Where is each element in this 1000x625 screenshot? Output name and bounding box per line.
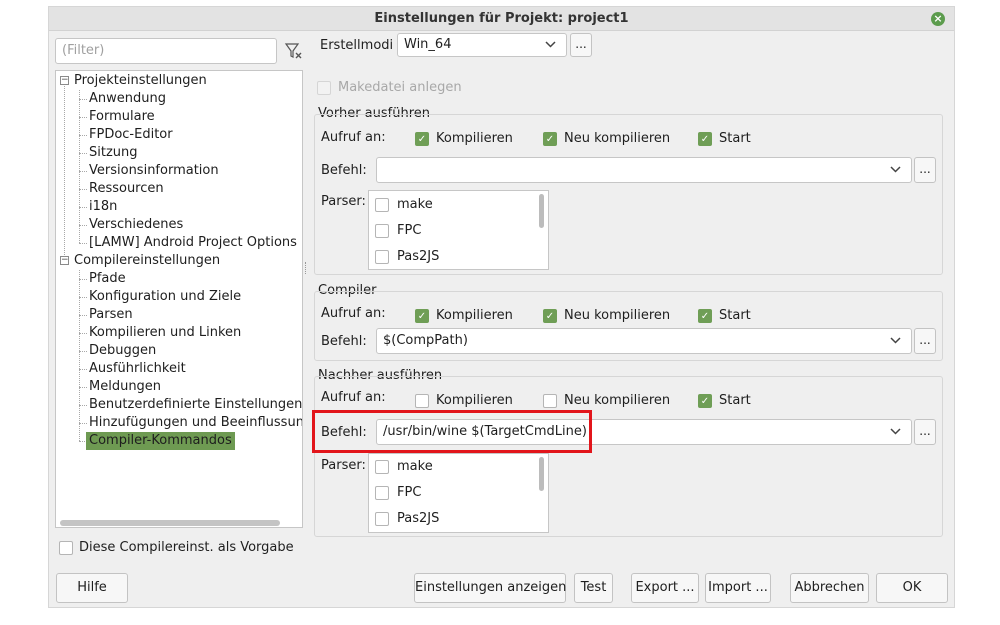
compiler-command-more-button[interactable]: ... [914, 328, 936, 354]
before-compile-checkbox[interactable]: ✓ [415, 132, 429, 146]
after-compile-label: Kompilieren [436, 393, 513, 408]
before-command-label: Befehl: [321, 163, 367, 178]
tree-item[interactable]: Formulare [89, 108, 155, 126]
parser-pas2js-label: Pas2JS [397, 249, 440, 264]
after-rebuild-label: Neu kompilieren [564, 393, 671, 408]
tree-item[interactable]: Anwendung [89, 90, 166, 108]
tree-item[interactable]: Parsen [89, 306, 133, 324]
makefile-label: Makedatei anlegen [338, 80, 462, 95]
tree-item[interactable]: Meldungen [89, 378, 161, 396]
after-run-checkbox[interactable]: ✓ [698, 394, 712, 408]
help-button[interactable]: Hilfe [56, 573, 128, 603]
compiler-rebuild-label: Neu kompilieren [564, 308, 671, 323]
after-parser-label: Parser: [321, 458, 366, 473]
ok-button[interactable]: OK [876, 573, 948, 603]
tree-group-projekteinstellungen[interactable]: Projekteinstellungen [74, 72, 207, 90]
compiler-rebuild-checkbox[interactable]: ✓ [543, 309, 557, 323]
build-modes-more-button[interactable]: ... [570, 33, 592, 57]
makefile-checkbox[interactable] [317, 81, 331, 95]
tree-item[interactable]: Verschiedenes [89, 216, 183, 234]
before-parser-label: Parser: [321, 194, 366, 209]
after-compile-checkbox[interactable] [415, 394, 429, 408]
parser-make-checkbox[interactable] [375, 198, 389, 212]
tree-item[interactable]: FPDoc-Editor [89, 126, 173, 144]
compiler-command-combobox[interactable]: $(CompPath) [376, 328, 912, 354]
parser-pas2js-checkbox[interactable] [375, 250, 389, 264]
vertical-scrollbar[interactable] [539, 457, 544, 491]
before-run-checkbox[interactable]: ✓ [698, 132, 712, 146]
parser-make-checkbox[interactable] [375, 460, 389, 474]
after-call-on-label: Aufruf an: [321, 390, 386, 405]
tree-item[interactable]: Kompilieren und Linken [89, 324, 241, 342]
export-button[interactable]: Export ... [631, 573, 699, 603]
compiler-call-on-label: Aufruf an: [321, 306, 386, 321]
tree-item[interactable]: Pfade [89, 270, 126, 288]
tree-item[interactable]: Versionsinformation [89, 162, 219, 180]
before-rebuild-label: Neu kompilieren [564, 131, 671, 146]
parser-fpc-checkbox[interactable] [375, 224, 389, 238]
options-tree[interactable]: − Projekteinstellungen Anwendung Formula… [55, 70, 303, 528]
parser-fpc-label: FPC [397, 223, 422, 238]
default-options-label: Diese Compilereinst. als Vorgabe [79, 540, 294, 555]
before-call-on-label: Aufruf an: [321, 130, 386, 145]
cancel-button[interactable]: Abbrechen [790, 573, 869, 603]
tree-group-compilereinstellungen[interactable]: Compilereinstellungen [74, 252, 220, 270]
tree-item[interactable]: Konfiguration und Ziele [89, 288, 241, 306]
chevron-down-icon [545, 34, 556, 56]
clear-filter-icon[interactable] [283, 40, 303, 62]
show-options-button[interactable]: Einstellungen anzeigen [414, 573, 566, 603]
vertical-scrollbar[interactable] [539, 194, 544, 228]
after-parser-list[interactable]: make FPC Pas2JS [368, 453, 549, 533]
build-mode-select[interactable]: Win_64 [397, 33, 567, 57]
chevron-down-icon [890, 158, 901, 182]
tree-item[interactable]: Sitzung [89, 144, 138, 162]
tree-item[interactable]: Hinzufügungen und Beeinflussungen [89, 414, 302, 432]
tree-item[interactable]: i18n [89, 198, 117, 216]
compiler-compile-label: Kompilieren [436, 308, 513, 323]
parser-make-label: make [397, 459, 433, 474]
chevron-down-icon [890, 329, 901, 353]
highlight-rectangle [312, 410, 592, 453]
parser-fpc-checkbox[interactable] [375, 486, 389, 500]
compiler-run-label: Start [719, 308, 751, 323]
tree-item[interactable]: Benutzerdefinierte Einstellungen [89, 396, 302, 414]
filter-input[interactable]: (Filter) [55, 38, 277, 64]
before-run-label: Start [719, 131, 751, 146]
before-command-combobox[interactable] [376, 157, 912, 183]
before-parser-list[interactable]: make FPC Pas2JS [368, 190, 549, 270]
parser-pas2js-label: Pas2JS [397, 511, 440, 526]
tree-item[interactable]: Ausführlichkeit [89, 360, 186, 378]
parser-make-label: make [397, 197, 433, 212]
compiler-compile-checkbox[interactable]: ✓ [415, 309, 429, 323]
collapse-icon[interactable]: − [60, 256, 69, 265]
chevron-down-icon [890, 420, 901, 444]
project-options-dialog: Einstellungen für Projekt: project1 × (F… [48, 6, 955, 608]
parser-pas2js-checkbox[interactable] [375, 512, 389, 526]
collapse-icon[interactable]: − [60, 76, 69, 85]
tree-item[interactable]: Debuggen [89, 342, 156, 360]
splitter-handle[interactable] [305, 262, 307, 274]
before-compile-label: Kompilieren [436, 131, 513, 146]
horizontal-scrollbar[interactable] [60, 520, 280, 526]
tree-item-selected[interactable]: Compiler-Kommandos [86, 432, 235, 450]
import-button[interactable]: Import ... [705, 573, 771, 603]
window-title: Einstellungen für Projekt: project1 [374, 11, 629, 26]
tree-item[interactable]: [LAMW] Android Project Options [89, 234, 297, 252]
compiler-command-label: Befehl: [321, 334, 367, 349]
test-button[interactable]: Test [574, 573, 613, 603]
after-run-label: Start [719, 393, 751, 408]
build-modes-label: Erstellmodi [320, 38, 394, 53]
title-bar: Einstellungen für Projekt: project1 × [49, 7, 954, 31]
before-rebuild-checkbox[interactable]: ✓ [543, 132, 557, 146]
compiler-run-checkbox[interactable]: ✓ [698, 309, 712, 323]
default-options-checkbox[interactable] [59, 541, 73, 555]
after-command-more-button[interactable]: ... [914, 419, 936, 445]
close-icon[interactable]: × [931, 12, 945, 26]
after-rebuild-checkbox[interactable] [543, 394, 557, 408]
tree-item[interactable]: Ressourcen [89, 180, 164, 198]
before-command-more-button[interactable]: ... [914, 157, 936, 183]
parser-fpc-label: FPC [397, 485, 422, 500]
